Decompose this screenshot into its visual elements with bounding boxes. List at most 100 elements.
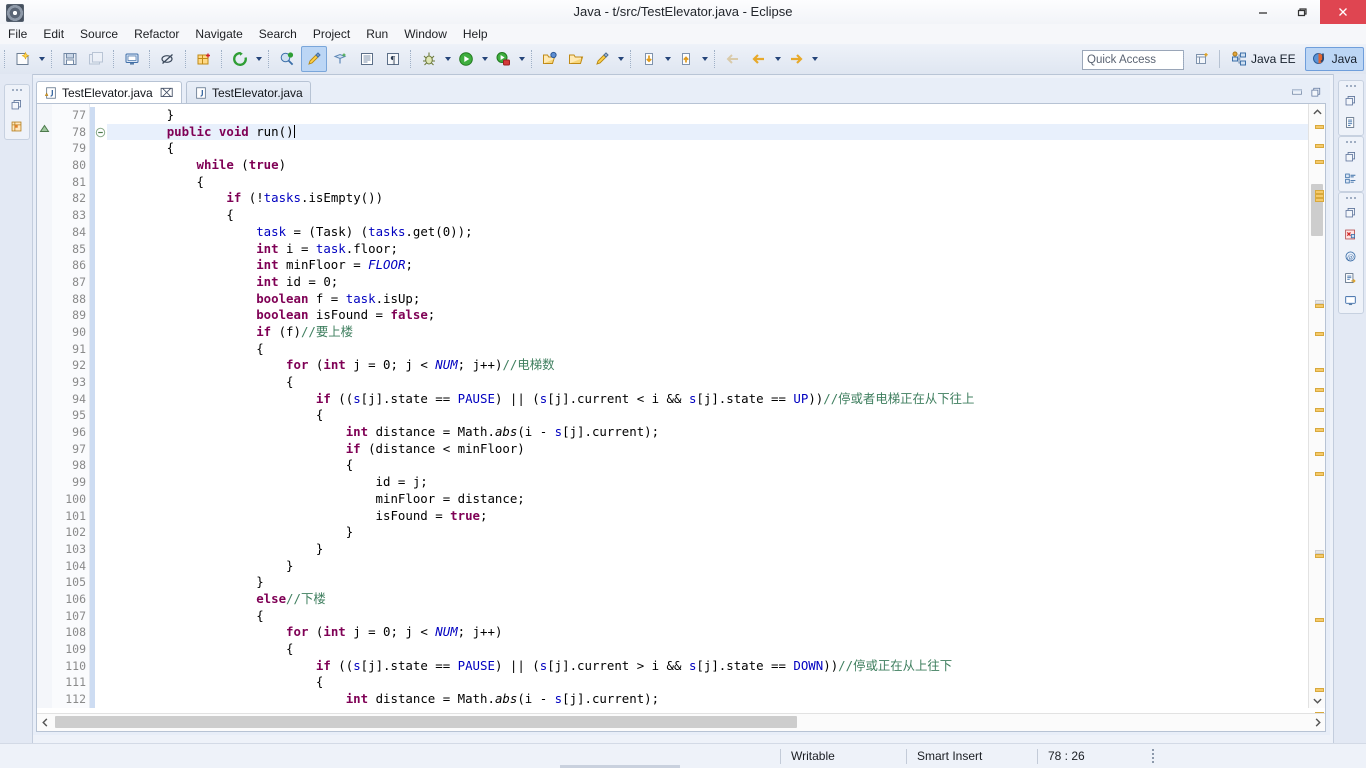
scroll-left-icon[interactable]: [37, 714, 53, 730]
code-line[interactable]: }: [107, 574, 1308, 591]
code-line[interactable]: {: [107, 608, 1308, 625]
menu-help[interactable]: Help: [455, 24, 496, 44]
editor-tab-unselected[interactable]: TestElevator.java: [186, 81, 311, 104]
overview-ruler-mark[interactable]: [1315, 452, 1324, 456]
package-explorer-icon[interactable]: [5, 115, 27, 137]
menu-file[interactable]: File: [0, 24, 35, 44]
forward-icon[interactable]: [784, 47, 808, 71]
folding-ruler[interactable]: [95, 104, 107, 708]
open-folder-icon[interactable]: [564, 47, 588, 71]
menu-project[interactable]: Project: [305, 24, 358, 44]
code-line[interactable]: int distance = Math.abs(i - s[j].current…: [107, 424, 1308, 441]
open-perspective-icon[interactable]: [1189, 48, 1215, 70]
code-line[interactable]: {: [107, 174, 1308, 191]
debug-icon[interactable]: [417, 47, 441, 71]
next-annotation-icon[interactable]: [674, 47, 698, 71]
overview-ruler-mark[interactable]: [1315, 472, 1324, 476]
code-line[interactable]: minFloor = distance;: [107, 491, 1308, 508]
new-wizard-icon[interactable]: [11, 47, 35, 71]
menu-refactor[interactable]: Refactor: [126, 24, 187, 44]
code-line[interactable]: }: [107, 107, 1308, 124]
maximize-editor-icon[interactable]: [1308, 84, 1324, 100]
code-line[interactable]: for (int j = 0; j < NUM; j++)//电梯数: [107, 357, 1308, 374]
code-line[interactable]: int i = task.floor;: [107, 241, 1308, 258]
toggle-block-selection-icon[interactable]: [355, 47, 379, 71]
scroll-down-icon[interactable]: [1309, 692, 1325, 708]
search-icon[interactable]: [590, 47, 614, 71]
code-line[interactable]: }: [107, 524, 1308, 541]
code-line[interactable]: id = j;: [107, 474, 1308, 491]
back-dropdown-icon[interactable]: [772, 47, 783, 71]
refresh-dropdown-icon[interactable]: [253, 47, 264, 71]
menu-window[interactable]: Window: [396, 24, 455, 44]
code-line[interactable]: {: [107, 341, 1308, 358]
horizontal-scroll-thumb[interactable]: [55, 716, 797, 728]
menu-source[interactable]: Source: [72, 24, 126, 44]
editor-tab-selected[interactable]: TestElevator.java ⌧: [36, 81, 182, 104]
save-all-icon[interactable]: [84, 47, 108, 71]
code-line[interactable]: int distance = Math.abs(i - s[j].current…: [107, 691, 1308, 708]
next-annotation-dropdown-icon[interactable]: [699, 47, 710, 71]
code-line[interactable]: boolean isFound = false;: [107, 307, 1308, 324]
perspective-java-ee[interactable]: Java EE: [1224, 47, 1303, 71]
menu-search[interactable]: Search: [251, 24, 305, 44]
overview-ruler-mark-inactive[interactable]: [1315, 300, 1324, 304]
debug-dropdown-icon[interactable]: [442, 47, 453, 71]
code-line[interactable]: {: [107, 140, 1308, 157]
external-tools-dropdown-icon[interactable]: [516, 47, 527, 71]
code-line[interactable]: while (true): [107, 157, 1308, 174]
code-line[interactable]: task = (Task) (tasks.get(0));: [107, 224, 1308, 241]
search-dropdown-icon[interactable]: [615, 47, 626, 71]
fold-toggle-icon[interactable]: [95, 127, 106, 138]
overview-ruler-mark[interactable]: [1315, 408, 1324, 412]
code-line[interactable]: int minFloor = FLOOR;: [107, 257, 1308, 274]
run-dropdown-icon[interactable]: [479, 47, 490, 71]
save-icon[interactable]: [58, 47, 82, 71]
overview-ruler-mark[interactable]: [1315, 125, 1324, 129]
problems-view-icon[interactable]: [1339, 223, 1361, 245]
show-whitespace-icon[interactable]: ¶: [381, 47, 405, 71]
overview-ruler-mark[interactable]: [1315, 618, 1324, 622]
overview-ruler-mark[interactable]: [1315, 332, 1324, 336]
code-line[interactable]: public void run(): [107, 123, 1308, 141]
code-line[interactable]: if (distance < minFloor): [107, 441, 1308, 458]
code-line[interactable]: isFound = true;: [107, 508, 1308, 525]
text-editor[interactable]: 77 78 79 80 81 82 83 84 85 86 87 88 89 90 91 92 93 94 95 96…: [36, 103, 1326, 732]
restore-view-icon[interactable]: [1339, 145, 1361, 167]
quick-access-input[interactable]: Quick Access: [1082, 50, 1184, 70]
run-external-tools-icon[interactable]: [491, 47, 515, 71]
overview-ruler-mark[interactable]: [1315, 368, 1324, 372]
code-line[interactable]: {: [107, 674, 1308, 691]
overview-ruler-mark[interactable]: [1315, 428, 1324, 432]
open-type-icon[interactable]: [275, 47, 299, 71]
forward-dropdown-icon[interactable]: [809, 47, 820, 71]
code-line[interactable]: {: [107, 457, 1308, 474]
refresh-icon[interactable]: [228, 47, 252, 71]
overview-ruler-mark[interactable]: [1315, 198, 1324, 202]
outline-view-icon[interactable]: [1339, 111, 1361, 133]
javadoc-view-icon[interactable]: @: [1339, 245, 1361, 267]
code-line[interactable]: {: [107, 207, 1308, 224]
minimize-editor-icon[interactable]: [1289, 84, 1305, 100]
previous-annotation-dropdown-icon[interactable]: [662, 47, 673, 71]
code-line[interactable]: for (int j = 0; j < NUM; j++): [107, 624, 1308, 641]
code-line[interactable]: if (!tasks.isEmpty()): [107, 190, 1308, 207]
code-content[interactable]: } public void run() { while (true) { if …: [107, 104, 1308, 708]
perspective-java[interactable]: Java: [1304, 47, 1364, 71]
overview-ruler-mark[interactable]: [1315, 388, 1324, 392]
code-line[interactable]: boolean f = task.isUp;: [107, 291, 1308, 308]
scroll-up-icon[interactable]: [1309, 104, 1325, 120]
close-button[interactable]: [1320, 0, 1366, 24]
code-line[interactable]: if ((s[j].state == PAUSE) || (s[j].curre…: [107, 658, 1308, 675]
restore-button[interactable]: [1282, 0, 1320, 24]
overview-ruler-mark[interactable]: [1315, 304, 1324, 308]
collapse-marker-icon[interactable]: [39, 124, 50, 135]
editor-tab-close-icon[interactable]: ⌧: [160, 86, 174, 100]
code-line[interactable]: }: [107, 541, 1308, 558]
back-icon[interactable]: [747, 47, 771, 71]
console-view-icon[interactable]: [1339, 289, 1361, 311]
restore-view-icon[interactable]: [5, 93, 27, 115]
menu-navigate[interactable]: Navigate: [187, 24, 250, 44]
code-line[interactable]: }: [107, 558, 1308, 575]
overview-ruler-mark[interactable]: [1315, 554, 1324, 558]
